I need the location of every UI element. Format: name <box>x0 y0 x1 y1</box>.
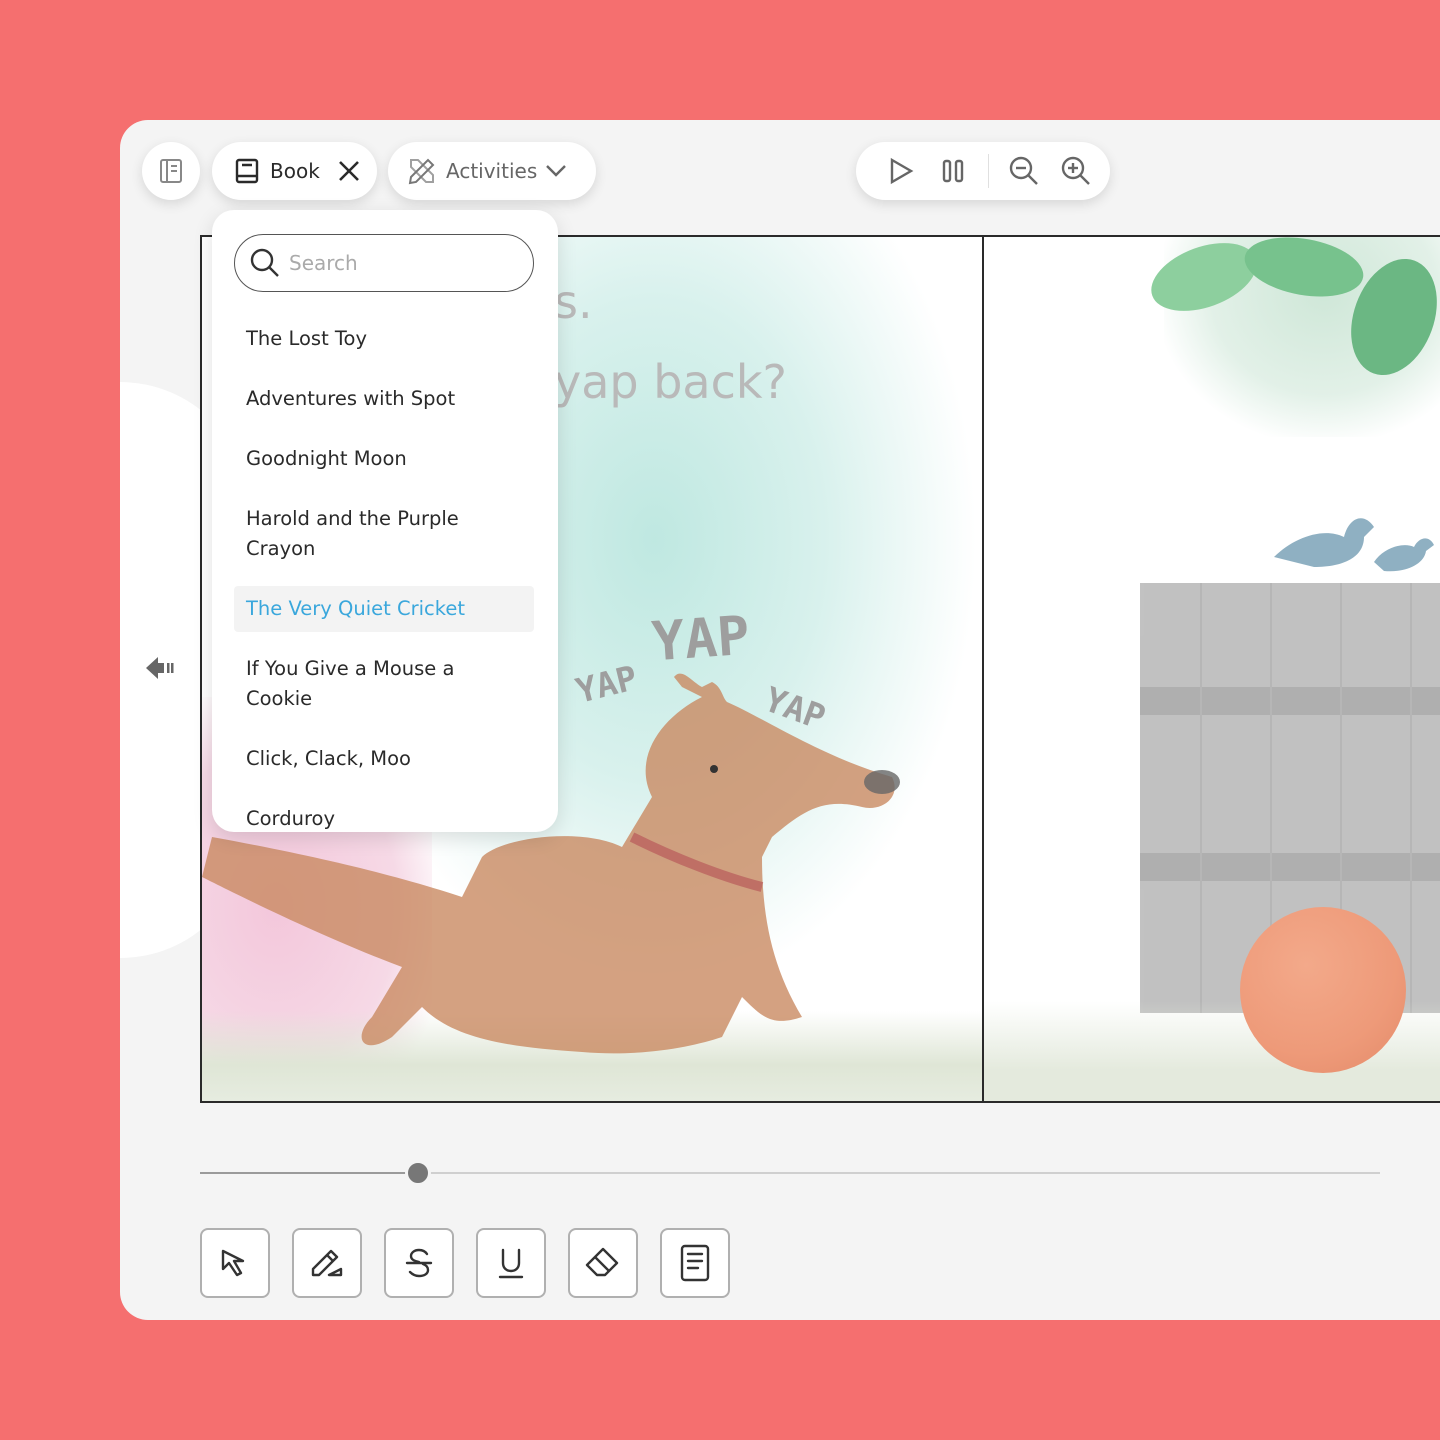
underline-tool-button[interactable] <box>476 1228 546 1298</box>
previous-page-icon <box>146 657 174 679</box>
notes-icon <box>680 1244 710 1282</box>
close-icon[interactable] <box>336 158 362 184</box>
underline-icon <box>498 1248 524 1279</box>
book-page-right <box>982 235 1440 1103</box>
eraser-icon <box>585 1247 619 1277</box>
zoom-in-button[interactable] <box>1057 152 1095 190</box>
book-list-item[interactable]: Corduroy <box>234 796 534 842</box>
app-window: s. yap back? YAP YAP YAP Book Activities… <box>120 120 1440 1320</box>
activities-menu-button[interactable]: Activities <box>388 142 596 200</box>
activities-menu-label: Activities <box>446 159 538 183</box>
strikethrough-icon <box>405 1248 433 1278</box>
annotation-toolbar <box>200 1228 730 1298</box>
book-list: The Lost Toy Adventures with Spot Goodni… <box>234 316 536 842</box>
play-button[interactable] <box>882 152 920 190</box>
pause-button[interactable] <box>934 152 972 190</box>
book-list-item[interactable]: If You Give a Mouse a Cookie <box>234 646 534 722</box>
ball-illustration <box>1240 907 1406 1073</box>
select-cursor-icon <box>221 1249 245 1277</box>
book-list-item[interactable]: Click, Clack, Moo <box>234 736 534 782</box>
search-icon <box>250 248 279 277</box>
table-of-contents-icon <box>160 159 182 183</box>
toolbar-divider <box>988 154 989 188</box>
book-icon <box>235 158 259 184</box>
strikethrough-tool-button[interactable] <box>384 1228 454 1298</box>
book-dropdown-menu: The Lost Toy Adventures with Spot Goodni… <box>212 210 558 832</box>
play-icon <box>890 157 914 185</box>
search-input[interactable] <box>289 251 519 275</box>
chevron-down-icon <box>546 165 567 177</box>
notes-tool-button[interactable] <box>660 1228 730 1298</box>
zoom-out-button[interactable] <box>1005 152 1043 190</box>
book-menu-button[interactable]: Book <box>212 142 377 200</box>
table-of-contents-button[interactable] <box>142 142 200 200</box>
book-menu-label: Book <box>270 159 320 183</box>
search-field[interactable] <box>234 234 534 292</box>
book-list-item[interactable]: Adventures with Spot <box>234 376 534 422</box>
highlight-pen-icon <box>311 1249 343 1277</box>
previous-page-button[interactable] <box>142 652 178 688</box>
book-list-item[interactable]: The Very Quiet Cricket <box>234 586 534 632</box>
book-list-item[interactable]: The Lost Toy <box>234 316 534 362</box>
eraser-tool-button[interactable] <box>568 1228 638 1298</box>
progress-thumb[interactable] <box>405 1160 432 1186</box>
book-list-item[interactable]: Harold and the Purple Crayon <box>234 496 534 572</box>
progress-fill <box>200 1172 419 1174</box>
zoom-out-icon <box>1009 156 1038 185</box>
pencil-ruler-icon <box>408 158 435 185</box>
book-list-item[interactable]: Goodnight Moon <box>234 436 534 482</box>
leaves-illustration <box>1151 237 1437 376</box>
page-progress-slider[interactable] <box>200 1160 1380 1186</box>
highlight-tool-button[interactable] <box>292 1228 362 1298</box>
pause-icon <box>942 159 964 183</box>
zoom-in-icon <box>1061 156 1090 185</box>
birds-illustration <box>1274 518 1434 572</box>
select-tool-button[interactable] <box>200 1228 270 1298</box>
playback-toolbar <box>856 142 1110 200</box>
